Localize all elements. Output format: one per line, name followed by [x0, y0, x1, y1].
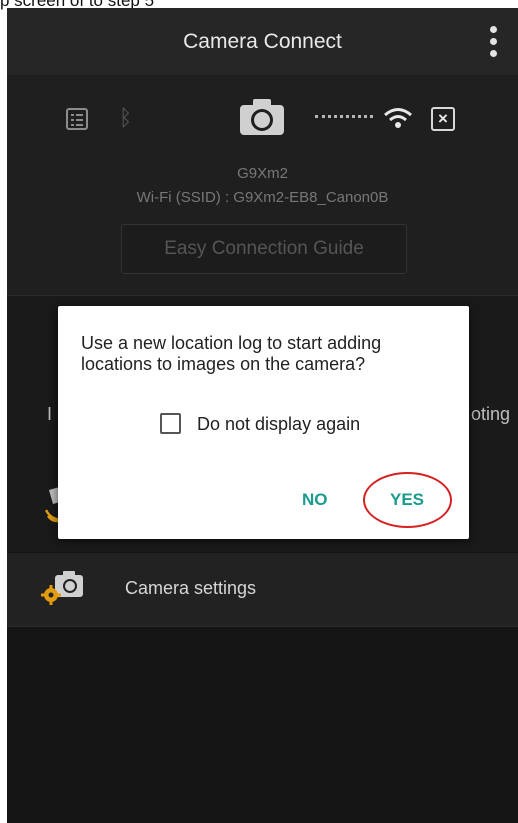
yes-highlight-circle [363, 472, 452, 528]
phone-screen: Camera Connect ᛒ × G9Xm2 Wi-Fi (SSID) : … [7, 8, 518, 823]
easy-connection-guide-button[interactable]: Easy Connection Guide [121, 224, 407, 274]
no-button[interactable]: NO [302, 490, 328, 510]
function-label-left[interactable]: I [47, 404, 52, 425]
app-title: Camera Connect [183, 30, 342, 53]
wifi-ssid: Wi-Fi (SSID) : G9Xm2-EB8_Canon0B [136, 189, 389, 206]
divider [7, 626, 518, 627]
dialog-message: Use a new location log to start adding l… [81, 333, 382, 374]
location-log-dialog: Use a new location log to start adding l… [58, 306, 469, 539]
close-icon[interactable]: × [431, 107, 455, 131]
do-not-display-again-label[interactable]: Do not display again [197, 414, 360, 435]
camera-settings-icon [41, 571, 83, 605]
camera-model: G9Xm2 [237, 165, 288, 182]
wifi-icon [384, 108, 412, 128]
camera-settings-label: Camera settings [125, 578, 257, 598]
bluetooth-icon: ᛒ [119, 105, 133, 130]
camera-settings-row[interactable]: Camera settings [7, 553, 518, 626]
camera-icon [240, 99, 284, 135]
do-not-display-again-checkbox[interactable] [160, 413, 181, 434]
list-icon[interactable] [66, 108, 88, 130]
connection-status-panel: ᛒ × G9Xm2 Wi-Fi (SSID) : G9Xm2-EB8_Canon… [7, 75, 518, 295]
overflow-menu-icon[interactable] [490, 26, 498, 60]
function-label-right[interactable]: oting [471, 404, 510, 425]
app-bar: Camera Connect [7, 8, 518, 75]
connection-dots-icon [315, 115, 373, 119]
